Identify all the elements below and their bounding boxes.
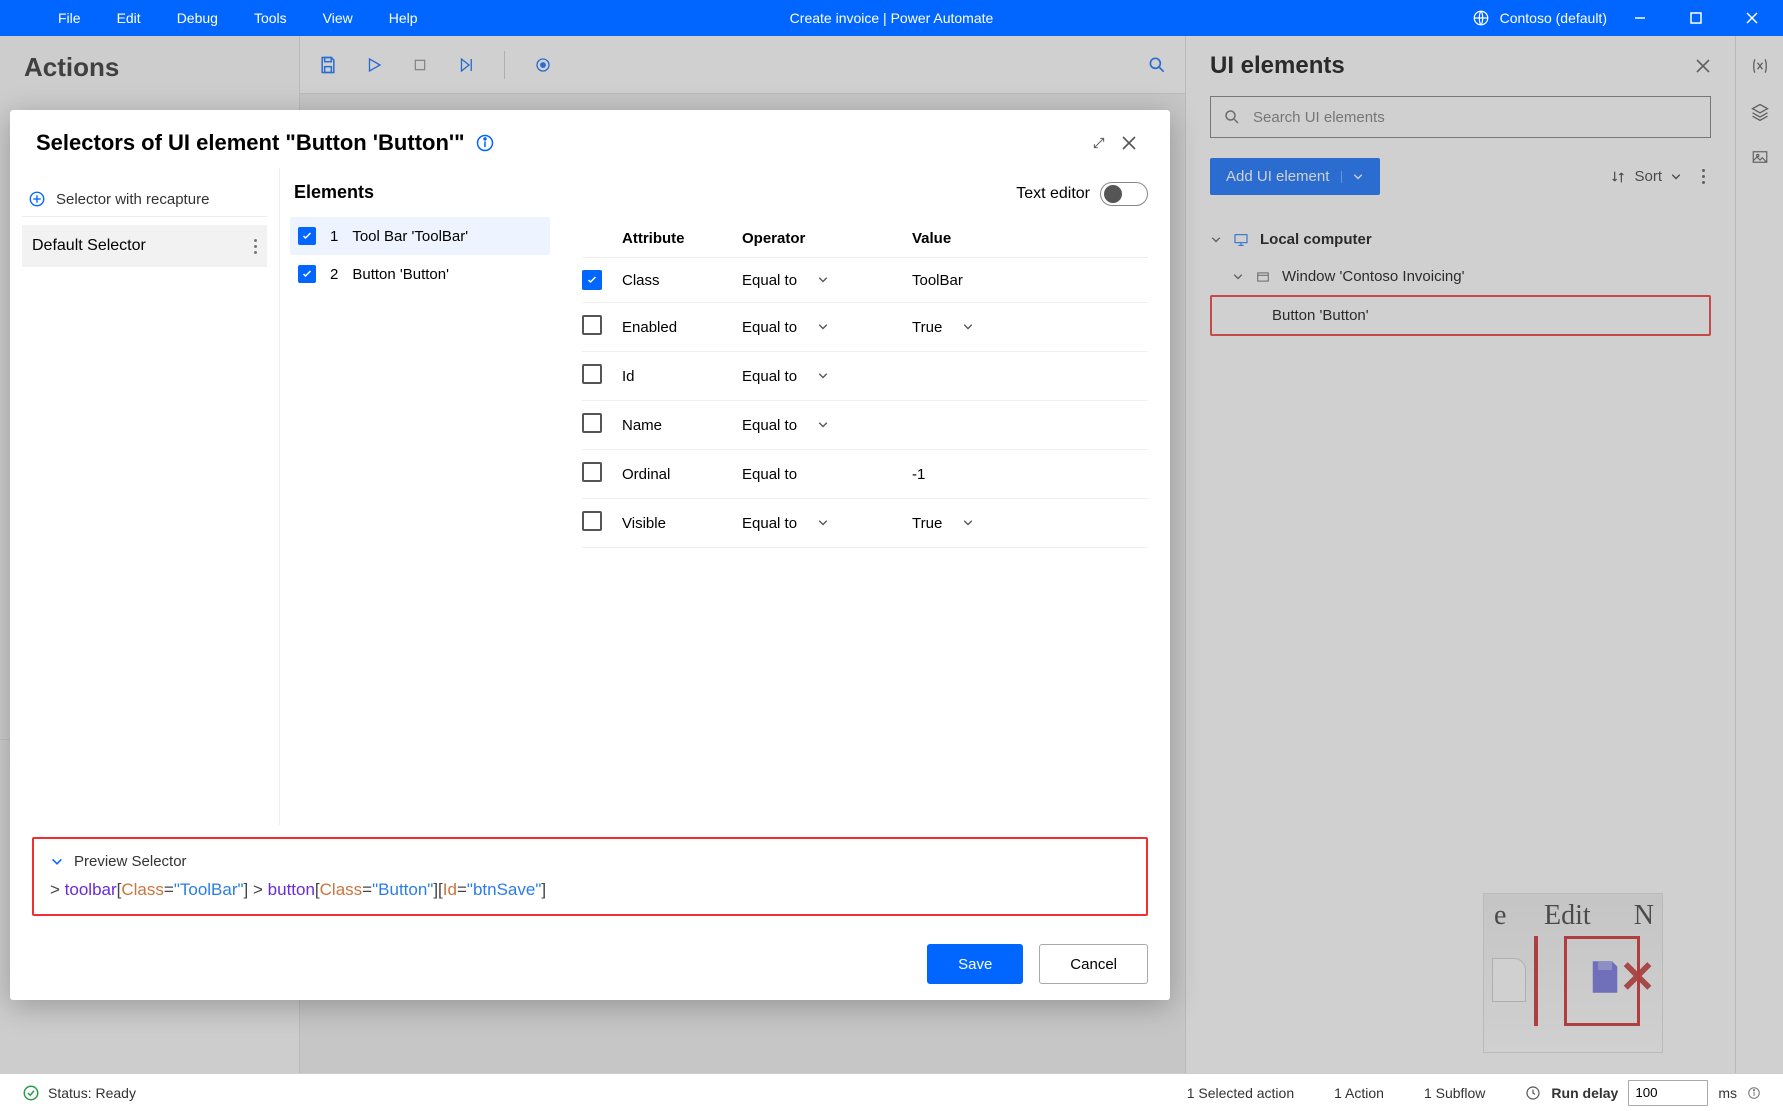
dialog-title: Selectors of UI element "Button 'Button'…: [36, 130, 465, 156]
col-operator: Operator: [742, 230, 912, 247]
preview-selector-toggle[interactable]: Preview Selector: [50, 853, 1130, 870]
cancel-button[interactable]: Cancel: [1039, 944, 1148, 984]
attribute-row[interactable]: Name Equal to: [582, 401, 1148, 450]
minimize-button[interactable]: [1617, 0, 1663, 36]
selectors-list: Selector with recapture Default Selector: [10, 168, 280, 825]
checkbox[interactable]: [582, 413, 602, 433]
menu-tools[interactable]: Tools: [236, 2, 305, 34]
add-selector-button[interactable]: Selector with recapture: [22, 182, 267, 217]
checkbox-checked[interactable]: [298, 265, 316, 283]
attr-name: Visible: [622, 515, 742, 532]
menu-edit[interactable]: Edit: [99, 2, 159, 34]
attribute-row[interactable]: Visible Equal to True: [582, 499, 1148, 548]
clock-icon: [1525, 1085, 1541, 1101]
text-editor-toggle[interactable]: [1100, 182, 1148, 206]
attr-val[interactable]: True: [912, 515, 1148, 532]
menu-bar: File Edit Debug Tools View Help: [0, 2, 436, 34]
info-icon[interactable]: [475, 133, 495, 153]
attr-op[interactable]: Equal to: [742, 368, 912, 385]
checkbox[interactable]: [582, 462, 602, 482]
save-button[interactable]: Save: [927, 944, 1023, 984]
element-row-toolbar[interactable]: 1 Tool Bar 'ToolBar': [290, 217, 550, 255]
preview-selector-box: Preview Selector > toolbar[Class="ToolBa…: [32, 837, 1148, 916]
col-attribute: Attribute: [622, 230, 742, 247]
chevron-down-icon: [50, 855, 64, 869]
element-row-button[interactable]: 2 Button 'Button': [290, 255, 550, 293]
menu-debug[interactable]: Debug: [159, 2, 236, 34]
attr-op[interactable]: Equal to: [742, 272, 912, 289]
org-icon: [1472, 9, 1490, 27]
menu-file[interactable]: File: [40, 2, 99, 34]
checkbox-checked[interactable]: [298, 227, 316, 245]
attribute-row[interactable]: Enabled Equal to True: [582, 303, 1148, 352]
run-delay-input[interactable]: [1628, 1080, 1708, 1106]
expand-icon[interactable]: [1084, 128, 1114, 158]
attr-op[interactable]: Equal to: [742, 319, 912, 336]
maximize-button[interactable]: [1673, 0, 1719, 36]
run-delay-unit: ms: [1718, 1085, 1737, 1101]
plus-icon: [28, 190, 46, 208]
attribute-row[interactable]: Ordinal Equal to -1: [582, 450, 1148, 499]
menu-view[interactable]: View: [305, 2, 371, 34]
selectors-dialog: Selectors of UI element "Button 'Button'…: [10, 110, 1170, 1000]
text-editor-label: Text editor: [1016, 185, 1090, 203]
close-button[interactable]: [1729, 0, 1775, 36]
menu-help[interactable]: Help: [371, 2, 436, 34]
status-text: Status: Ready: [48, 1085, 136, 1101]
attr-op[interactable]: Equal to: [742, 515, 912, 532]
preview-selector-text: > toolbar[Class="ToolBar"] > button[Clas…: [50, 880, 1130, 900]
elements-header: Elements: [290, 182, 550, 203]
close-icon[interactable]: [1114, 128, 1144, 158]
org-name: Contoso (default): [1500, 10, 1607, 26]
title-bar: File Edit Debug Tools View Help Create i…: [0, 0, 1783, 36]
checkbox[interactable]: [582, 270, 602, 290]
action-count: 1 Action: [1334, 1085, 1384, 1101]
attr-name: Ordinal: [622, 466, 742, 483]
attribute-row[interactable]: Class Equal to ToolBar: [582, 258, 1148, 303]
attribute-editor: Text editor Attribute Operator Value Cla…: [560, 168, 1170, 825]
attr-op[interactable]: Equal to: [742, 417, 912, 434]
window-title: Create invoice | Power Automate: [790, 10, 994, 26]
attr-op[interactable]: Equal to: [742, 466, 912, 483]
checkbox[interactable]: [582, 364, 602, 384]
checkbox[interactable]: [582, 315, 602, 335]
attr-val[interactable]: -1: [912, 466, 1148, 483]
selector-row-default[interactable]: Default Selector: [22, 225, 267, 267]
run-delay-label: Run delay: [1551, 1085, 1618, 1101]
col-value: Value: [912, 230, 1148, 247]
attr-name: Name: [622, 417, 742, 434]
attr-name: Enabled: [622, 319, 742, 336]
checkbox[interactable]: [582, 511, 602, 531]
attr-name: Id: [622, 368, 742, 385]
subflow-count: 1 Subflow: [1424, 1085, 1485, 1101]
info-icon[interactable]: [1747, 1086, 1761, 1100]
attr-name: Class: [622, 272, 742, 289]
more-icon[interactable]: [254, 239, 257, 254]
attr-val[interactable]: ToolBar: [912, 272, 1148, 289]
elements-list: Elements 1 Tool Bar 'ToolBar' 2 Button '…: [280, 168, 560, 825]
attr-val[interactable]: True: [912, 319, 1148, 336]
selected-count: 1 Selected action: [1187, 1085, 1294, 1101]
status-bar: Status: Ready 1 Selected action 1 Action…: [0, 1073, 1783, 1111]
attribute-row[interactable]: Id Equal to: [582, 352, 1148, 401]
status-ok-icon: [22, 1084, 40, 1102]
